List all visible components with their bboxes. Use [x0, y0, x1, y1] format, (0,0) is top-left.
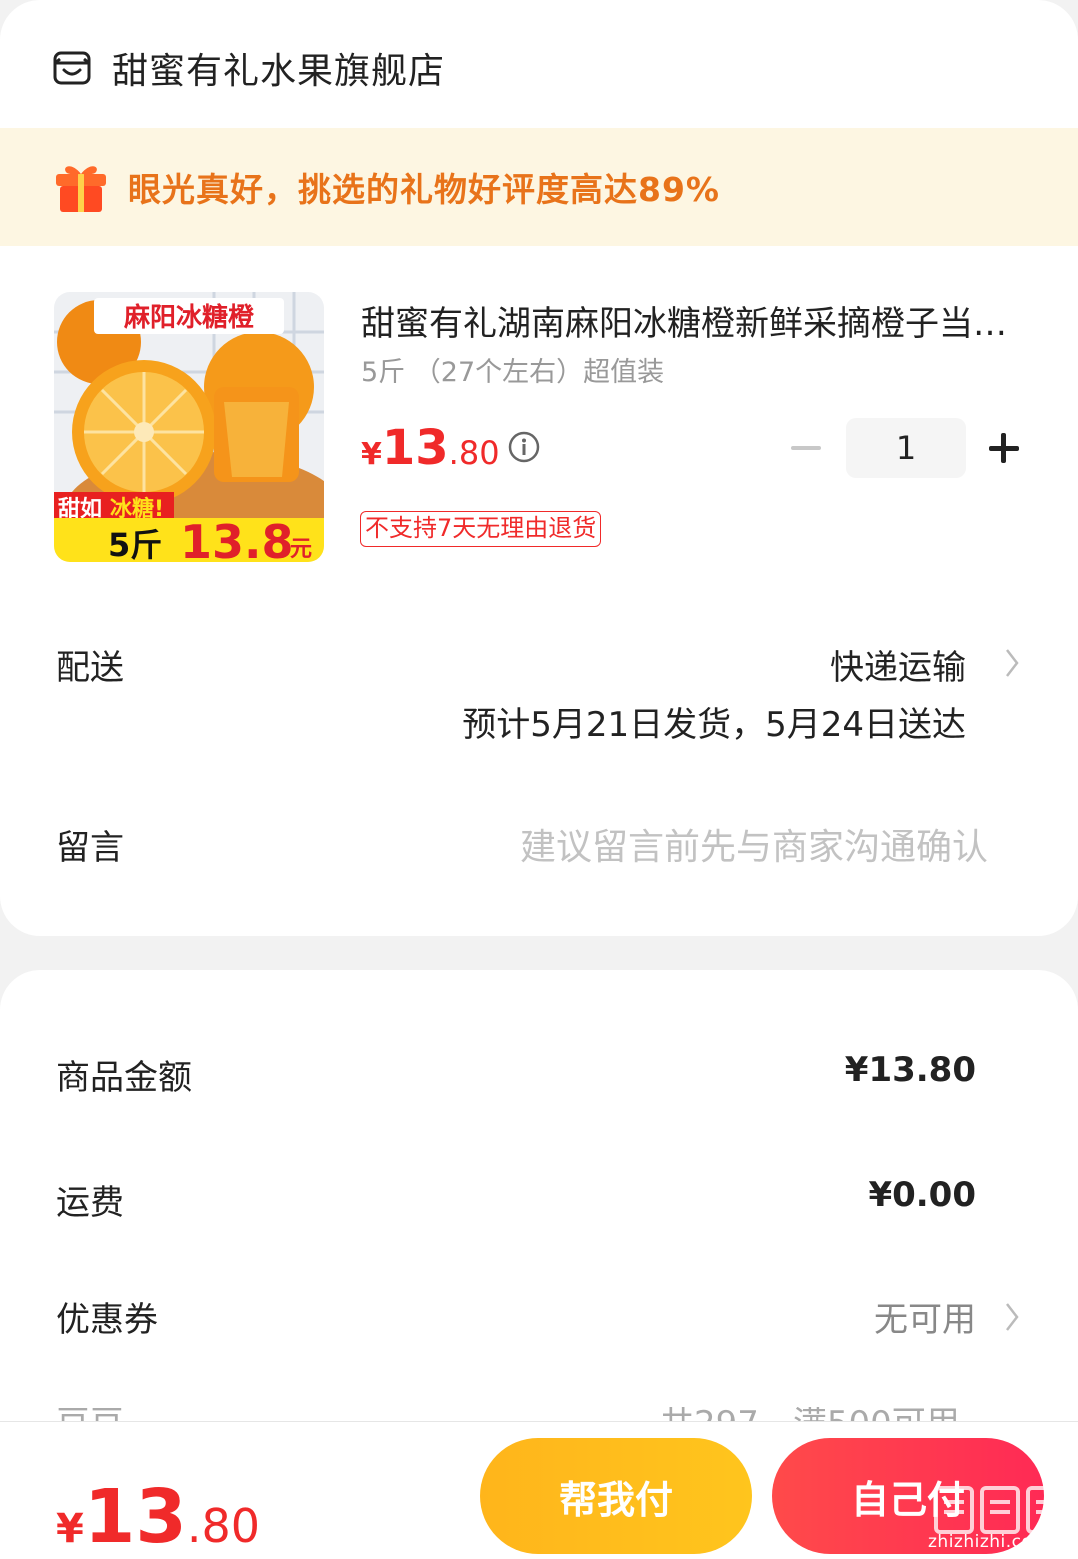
coupon-value[interactable]: 无可用: [874, 1292, 976, 1341]
banner-text: 眼光真好，挑选的礼物好评度高达89%: [128, 170, 720, 209]
partial-label: 豆豆: [56, 1407, 124, 1421]
quantity-stepper: 1: [786, 418, 1024, 478]
shipping-label: 运费: [56, 1183, 124, 1223]
shop-name: 甜蜜有礼水果旗舰店: [112, 51, 446, 92]
chevron-right-icon[interactable]: [1002, 1300, 1022, 1334]
watermark-site: zhizhizhi.com: [928, 1532, 1050, 1552]
coupon-label: 优惠券: [56, 1300, 158, 1340]
increase-button[interactable]: [984, 418, 1024, 478]
info-icon[interactable]: [508, 431, 540, 463]
help-pay-button[interactable]: 帮我付: [480, 1438, 752, 1554]
image-weight-text: 5斤: [108, 526, 162, 562]
delivery-eta: 预计5月21日发货，5月24日送达: [462, 705, 966, 745]
message-input[interactable]: 建议留言前先与商家沟通确认: [520, 818, 988, 870]
shipping-value: ¥0.00: [868, 1175, 976, 1215]
delivery-label: 配送: [56, 648, 124, 688]
product-image[interactable]: 麻阳冰糖橙 甜如 冰糖! 5斤 13.8 元: [54, 292, 324, 562]
shop-row[interactable]: 甜蜜有礼水果旗舰店: [52, 40, 445, 96]
decrease-button[interactable]: [786, 418, 826, 478]
product-title[interactable]: 甜蜜有礼湖南麻阳冰糖橙新鲜采摘橙子当季水果: [361, 296, 1031, 345]
chevron-right-icon[interactable]: [1002, 646, 1022, 680]
order-card: 甜蜜有礼水果旗舰店 眼光真好，挑选的礼物好评度高达89% 麻阳冰糖橙 甜如 冰糖…: [0, 0, 1078, 936]
delivery-method[interactable]: 快递运输: [830, 640, 966, 689]
quantity-input[interactable]: 1: [846, 418, 966, 478]
product-price: ¥ 13 .80: [361, 420, 500, 476]
total-price: ¥ 13 .80: [56, 1474, 260, 1559]
image-unit-text: 元: [290, 537, 312, 562]
promo-banner: 眼光真好，挑选的礼物好评度高达89%: [0, 128, 1078, 246]
no-return-tag: 不支持7天无理由退货: [360, 511, 602, 547]
image-price-text: 13.8: [180, 515, 294, 562]
image-top-text: 麻阳冰糖橙: [123, 302, 255, 333]
product-spec[interactable]: 5斤 （27个左右）超值装: [361, 350, 664, 389]
store-icon: [53, 51, 91, 85]
partial-value: 共297，满500可用: [660, 1407, 960, 1421]
gift-icon: [56, 166, 106, 212]
bottom-bar: ¥ 13 .80 帮我付 自己付: [0, 1421, 1078, 1559]
goods-amount-label: 商品金额: [56, 1058, 192, 1098]
goods-amount-value: ¥13.80: [844, 1050, 976, 1090]
message-label: 留言: [56, 828, 124, 868]
